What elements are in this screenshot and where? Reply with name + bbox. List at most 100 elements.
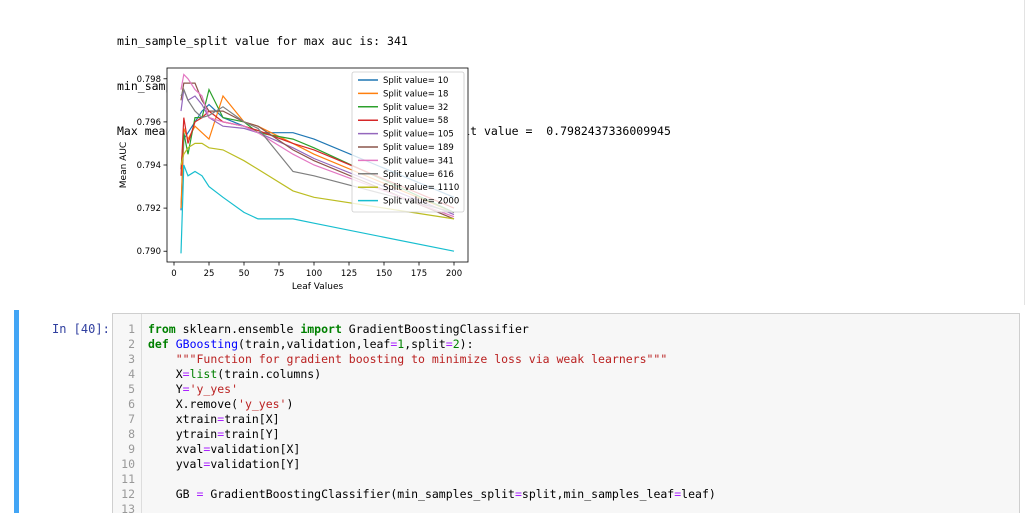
code-token: validation[X] xyxy=(210,442,301,456)
line-number: 3 xyxy=(128,352,135,366)
code-token: GBoosting xyxy=(175,337,239,351)
code-token: (train,validation,leaf xyxy=(238,337,391,351)
y-tick-label: 0.790 xyxy=(137,247,161,257)
code-token: from xyxy=(148,322,176,336)
code-token: import xyxy=(300,322,342,336)
code-token: GradientBoostingClassifier xyxy=(341,322,529,336)
line-number: 5 xyxy=(128,382,135,396)
line-number: 8 xyxy=(128,427,135,441)
legend-entry: Split value= 341 xyxy=(383,156,454,166)
code-line[interactable]: 1 from sklearn.ensemble import GradientBo… xyxy=(113,322,529,337)
code-token: ) xyxy=(286,397,294,411)
code-line[interactable]: 13 xyxy=(113,502,135,517)
code-text[interactable]: def GBoosting(train,validation,leaf=1,sp… xyxy=(148,337,474,352)
legend-entry: Split value= 105 xyxy=(383,130,454,140)
x-tick-label: 150 xyxy=(376,269,392,279)
code-token: train[Y] xyxy=(224,427,280,441)
y-tick-label: 0.792 xyxy=(137,204,161,214)
line-number: 13 xyxy=(121,502,135,516)
code-text[interactable]: """Function for gradient boosting to min… xyxy=(148,352,668,367)
code-text[interactable]: X.remove('y_yes') xyxy=(148,397,294,412)
code-token: X.remove( xyxy=(148,397,239,411)
legend-entry: Split value= 58 xyxy=(383,116,448,126)
code-line[interactable]: 6 X.remove('y_yes') xyxy=(113,397,293,412)
code-line[interactable]: 3 """Function for gradient boosting to m… xyxy=(113,352,667,367)
chart-svg: 0 25 50 75 100 125 150 175 200 0.790 0.792 0.794 0.7… xyxy=(119,67,469,292)
y-tick-label: 0.794 xyxy=(137,161,161,171)
line-number: 10 xyxy=(121,457,135,471)
code-line[interactable]: 8 ytrain=train[Y] xyxy=(113,427,280,442)
code-line[interactable]: 4 X=list(train.columns) xyxy=(113,367,321,382)
code-cell[interactable]: In [40]: 1 from sklearn.ensemble import G… xyxy=(14,310,1024,516)
code-text[interactable]: yval=validation[Y] xyxy=(148,457,301,472)
code-text[interactable]: xval=validation[X] xyxy=(148,442,301,457)
output-line: min_sample_split value for max auc is: 3… xyxy=(117,34,408,48)
code-token: 'y_yes' xyxy=(189,382,239,396)
chart-legend: Split value= 10 Split value= 18 Split valu… xyxy=(351,71,465,213)
code-token: sklearn.ensemble xyxy=(175,322,301,336)
selected-cell-indicator xyxy=(14,310,19,513)
code-token: 2 xyxy=(452,337,460,351)
code-line[interactable]: 5 Y='y_yes' xyxy=(113,382,238,397)
code-editor[interactable]: 1 from sklearn.ensemble import GradientBo… xyxy=(112,313,1020,516)
code-text[interactable]: Y='y_yes' xyxy=(148,382,238,397)
code-line[interactable]: 10 yval=validation[Y] xyxy=(113,457,300,472)
x-tick-label: 100 xyxy=(306,269,322,279)
code-token: def xyxy=(148,337,169,351)
code-line[interactable]: 7 xtrain=train[X] xyxy=(113,412,280,427)
code-token: = xyxy=(445,337,453,351)
x-tick-label: 75 xyxy=(274,269,285,279)
code-token: GradientBoostingClassifier(min_samples_s… xyxy=(203,487,515,501)
code-token: 'y_yes' xyxy=(238,397,287,411)
code-text[interactable]: ytrain=train[Y] xyxy=(148,427,280,442)
code-token: train[X] xyxy=(224,412,280,426)
code-text[interactable]: from sklearn.ensemble import GradientBoo… xyxy=(148,322,529,337)
code-token: """Function for gradient boosting to min… xyxy=(175,352,668,366)
code-token: GB xyxy=(148,487,197,501)
x-tick-label: 175 xyxy=(411,269,427,279)
code-line[interactable]: 2 def GBoosting(train,validation,leaf=1,s… xyxy=(113,337,473,352)
code-token: leaf) xyxy=(681,487,716,501)
code-text[interactable]: X=list(train.columns) xyxy=(148,367,321,382)
code-token: = xyxy=(182,367,190,381)
code-token: validation[Y] xyxy=(210,457,301,471)
code-token: ): xyxy=(459,337,474,351)
x-tick-label: 25 xyxy=(204,269,215,279)
code-token: yval xyxy=(148,457,204,471)
auc-line-chart: 0 25 50 75 100 125 150 175 200 0.790 0.792 0.794 0.7… xyxy=(112,62,477,297)
line-number: 1 xyxy=(128,322,135,336)
code-token: X xyxy=(148,367,183,381)
line-number: 11 xyxy=(121,472,135,486)
line-number: 7 xyxy=(128,412,135,426)
code-token: list xyxy=(189,367,218,381)
line-number: 6 xyxy=(128,397,135,411)
cell-output-area: min_sample_split value for max auc is: 3… xyxy=(0,0,1032,305)
line-number: 9 xyxy=(128,442,135,456)
output-divider xyxy=(1024,0,1025,305)
legend-entry: Split value= 32 xyxy=(383,103,448,113)
y-tick-label: 0.798 xyxy=(137,75,161,85)
legend-entry: Split value= 616 xyxy=(383,170,454,180)
x-tick-label: 50 xyxy=(239,269,250,279)
y-axis-label: Mean AUC xyxy=(119,142,129,188)
code-line[interactable]: 11 xyxy=(113,472,135,487)
line-number: 12 xyxy=(121,487,135,501)
code-line[interactable]: 9 xval=validation[X] xyxy=(113,442,300,457)
x-axis-label: Leaf Values xyxy=(292,282,344,292)
x-tick-label: 200 xyxy=(446,269,462,279)
code-token: ytrain xyxy=(148,427,218,441)
code-lines[interactable]: 1 from sklearn.ensemble import GradientBo… xyxy=(113,322,716,517)
code-text[interactable]: xtrain=train[X] xyxy=(148,412,280,427)
input-prompt: In [40]: xyxy=(52,322,110,336)
code-line[interactable]: 12 GB = GradientBoostingClassifier(min_s… xyxy=(113,487,716,502)
y-tick-label: 0.796 xyxy=(137,118,161,128)
code-text[interactable]: GB = GradientBoostingClassifier(min_samp… xyxy=(148,487,716,502)
x-tick-label: 125 xyxy=(341,269,357,279)
code-token: (train.columns) xyxy=(217,367,322,381)
legend-entry: Split value= 189 xyxy=(383,143,454,153)
legend-entry: Split value= 18 xyxy=(383,89,448,99)
legend-entry: Split value= 2000 xyxy=(383,197,459,207)
code-token: = xyxy=(182,382,190,396)
